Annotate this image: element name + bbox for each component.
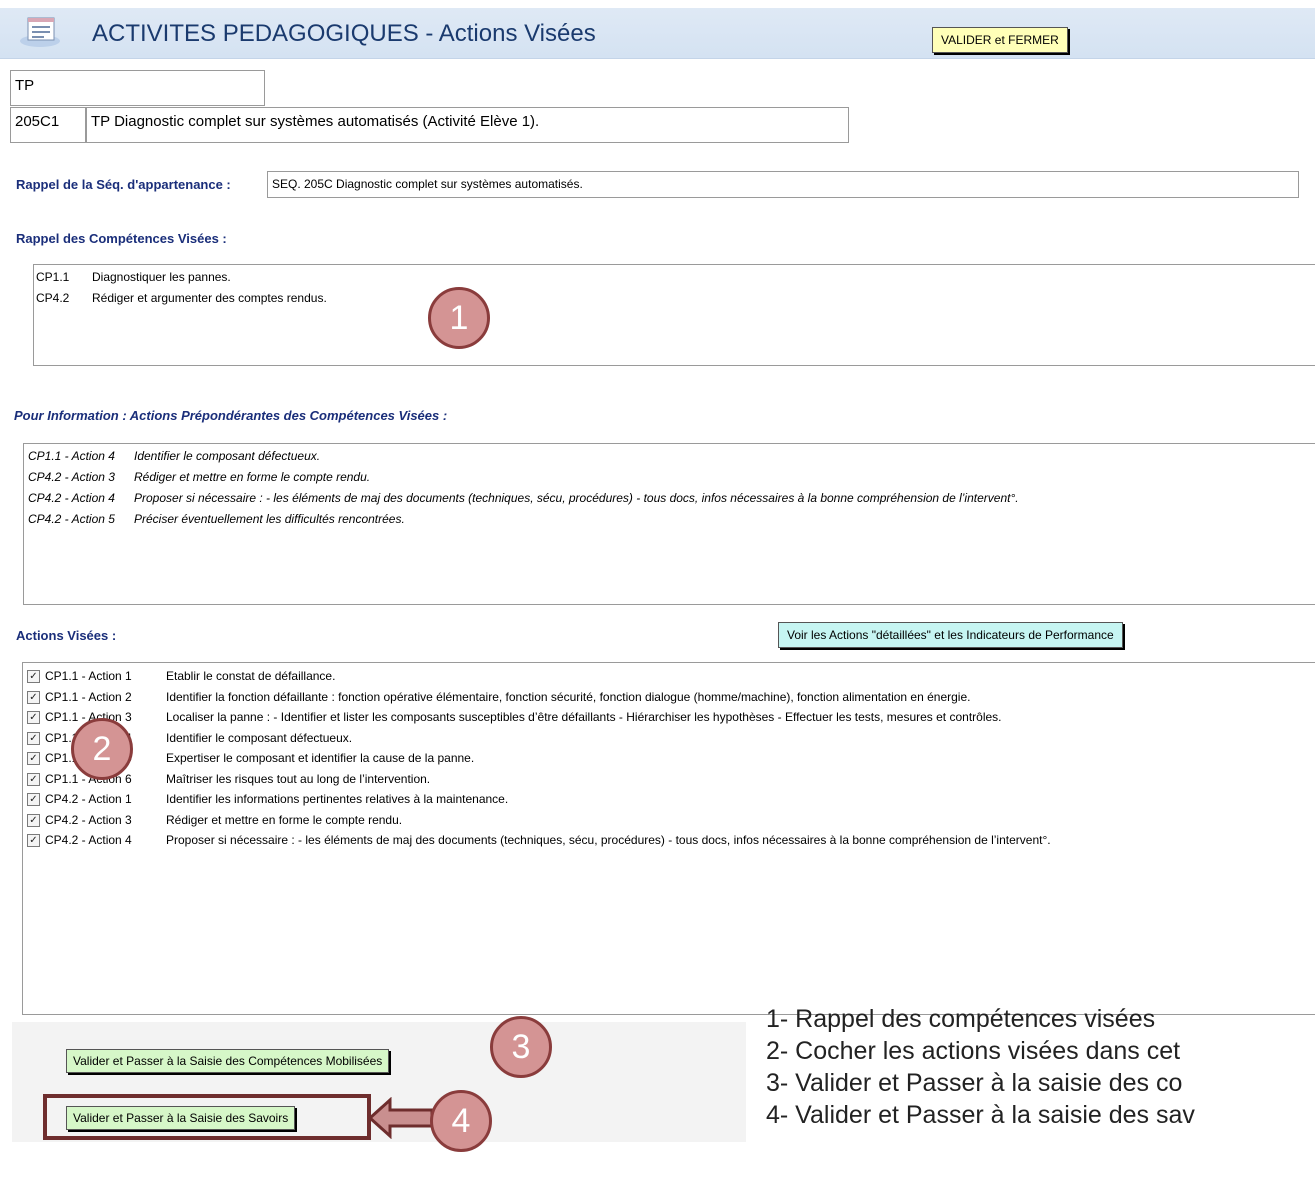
checkbox[interactable]: ✓	[27, 690, 40, 704]
checkbox[interactable]: ✓	[27, 731, 40, 745]
predominant-actions-listbox[interactable]: CP1.1 - Action 4 Identifier le composant…	[23, 443, 1315, 605]
list-item[interactable]: CP1.1 Diagnostiquer les pannes.	[34, 267, 1315, 288]
activity-name-field[interactable]: TP Diagnostic complet sur systèmes autom…	[86, 107, 849, 143]
arrow-left-icon	[368, 1097, 434, 1139]
action-desc: Rédiger et mettre en forme le compte ren…	[166, 812, 403, 827]
page-title: ACTIVITES PEDAGOGIQUES - Actions Visées	[92, 20, 596, 47]
list-item[interactable]: ✓ CP4.2 - Action 1 Identifier les inform…	[23, 789, 1315, 810]
competences-label: Rappel des Compétences Visées :	[16, 231, 227, 246]
competences-listbox[interactable]: CP1.1 Diagnostiquer les pannes. CP4.2 Ré…	[33, 264, 1315, 366]
legend-item: 4- Valider et Passer à la saisie des sav	[766, 1101, 1195, 1129]
legend-item: 2- Cocher les actions visées dans cet	[766, 1037, 1181, 1065]
list-item[interactable]: ✓ CP1.1 - Action 3 Localiser la panne : …	[23, 707, 1315, 728]
checkbox[interactable]: ✓	[27, 670, 40, 683]
checkbox[interactable]: ✓	[27, 752, 40, 765]
activity-type-field[interactable]: TP	[10, 70, 265, 106]
actions-visees-label: Actions Visées :	[16, 628, 117, 643]
predominant-actions-label: Pour Information : Actions Prépondérante…	[14, 408, 448, 423]
action-desc: Localiser la panne : - Identifier et lis…	[166, 710, 1002, 724]
list-item[interactable]: CP4.2 - Action 4 Proposer si nécessaire …	[24, 488, 1315, 509]
predominant-desc: Rédiger et mettre en forme le compte ren…	[134, 470, 371, 484]
action-desc: Proposer si nécessaire : - les éléments …	[166, 833, 1051, 847]
action-desc: Identifier le composant défectueux.	[166, 730, 353, 745]
checkbox[interactable]: ✓	[27, 834, 40, 847]
checkbox[interactable]: ✓	[27, 793, 40, 806]
action-desc: Identifier les informations pertinentes …	[166, 792, 509, 806]
list-item[interactable]: ✓ CP4.2 - Action 3 Rédiger et mettre en …	[23, 810, 1315, 831]
list-item[interactable]: ✓ CP1.1 - Action 1 Etablir le constat de…	[23, 666, 1315, 687]
checkbox[interactable]: ✓	[27, 772, 40, 786]
checkbox[interactable]: ✓	[27, 813, 40, 827]
actions-visees-listbox[interactable]: ✓ CP1.1 - Action 1 Etablir le constat de…	[22, 662, 1315, 1015]
legend-item: 3- Valider et Passer à la saisie des co	[766, 1069, 1183, 1097]
list-item[interactable]: ✓ CP4.2 - Action 4 Proposer si nécessair…	[23, 830, 1315, 851]
legend-item: 1- Rappel des compétences visées	[766, 1005, 1156, 1033]
form-icon	[20, 17, 60, 47]
action-code: CP4.2 - Action 1	[45, 792, 132, 806]
checkbox[interactable]: ✓	[27, 711, 40, 724]
list-item[interactable]: ✓ CP1.1 - Action 2 Identifier la fonctio…	[23, 687, 1315, 708]
predominant-code: CP1.1 - Action 4	[28, 449, 115, 463]
action-desc: Identifier la fonction défaillante : fon…	[166, 689, 971, 704]
action-desc: Expertiser le composant et identifier la…	[166, 751, 475, 765]
badge-3: 3	[490, 1016, 552, 1078]
predominant-desc: Identifier le composant défectueux.	[134, 449, 321, 463]
action-desc: Etablir le constat de défaillance.	[166, 669, 336, 683]
action-code: CP1.1 - Action 2	[45, 689, 132, 704]
list-item[interactable]: CP4.2 - Action 5 Préciser éventuellement…	[24, 509, 1315, 530]
list-item[interactable]: ✓ CP1.1 - Action 4 Identifier le composa…	[23, 728, 1315, 749]
legend: 1- Rappel des compétences visées 2- Coch…	[766, 1003, 1195, 1131]
action-desc: Maîtriser les risques tout au long de l’…	[166, 771, 431, 786]
list-item[interactable]: CP4.2 - Action 3 Rédiger et mettre en fo…	[24, 467, 1315, 488]
window-title-bar: ACTIVITES PEDAGOGIQUES - Actions Visées …	[0, 8, 1315, 59]
predominant-code: CP4.2 - Action 3	[28, 470, 115, 484]
list-item[interactable]: CP4.2 Rédiger et argumenter des comptes …	[34, 288, 1315, 309]
action-code: CP4.2 - Action 4	[45, 833, 132, 847]
list-item[interactable]: CP1.1 - Action 4 Identifier le composant…	[24, 446, 1315, 467]
list-item[interactable]: ✓ CP1.1 - Action 5 Expertiser le composa…	[23, 748, 1315, 769]
sequence-label: Rappel de la Séq. d'appartenance :	[16, 177, 231, 192]
predominant-desc: Préciser éventuellement les difficultés …	[134, 512, 405, 526]
savoirs-button-highlight	[43, 1094, 371, 1140]
competences-mobilisees-button[interactable]: Valider et Passer à la Saisie des Compét…	[66, 1049, 390, 1073]
competence-code: CP4.2	[36, 291, 70, 305]
competence-desc: Rédiger et argumenter des comptes rendus…	[92, 291, 327, 305]
predominant-desc: Proposer si nécessaire : - les éléments …	[134, 491, 1019, 505]
action-code: CP1.1 - Action 1	[45, 669, 132, 683]
competence-desc: Diagnostiquer les pannes.	[92, 270, 231, 284]
badge-4: 4	[430, 1090, 492, 1152]
sequence-field[interactable]: SEQ. 205C Diagnostic complet sur système…	[267, 171, 1299, 198]
badge-2: 2	[71, 718, 133, 780]
valider-fermer-button[interactable]: VALIDER et FERMER	[932, 27, 1068, 53]
predominant-code: CP4.2 - Action 4	[28, 491, 115, 505]
detailed-actions-button[interactable]: Voir les Actions "détaillées" et les Ind…	[778, 622, 1123, 648]
list-item[interactable]: ✓ CP1.1 - Action 6 Maîtriser les risques…	[23, 769, 1315, 790]
predominant-code: CP4.2 - Action 5	[28, 512, 115, 526]
badge-1: 1	[428, 287, 490, 349]
activity-code-field[interactable]: 205C1	[10, 107, 86, 143]
competence-code: CP1.1	[36, 270, 70, 284]
action-code: CP4.2 - Action 3	[45, 812, 132, 827]
